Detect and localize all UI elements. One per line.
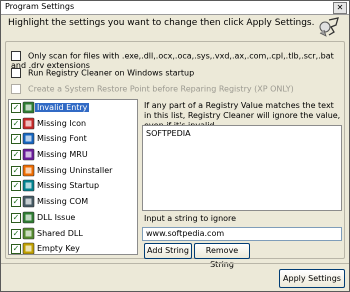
- scan-item-checkbox[interactable]: ✓: [11, 197, 21, 208]
- scan-item-checkbox[interactable]: ✓: [11, 212, 21, 223]
- ignore-string-input[interactable]: www.softpedia.com: [142, 227, 342, 241]
- ignore-list-item[interactable]: SOFTPEDIA: [146, 129, 191, 138]
- ignore-list[interactable]: SOFTPEDIA: [142, 125, 342, 211]
- scan-item-label: Missing Icon: [37, 118, 87, 128]
- scan-item[interactable]: ✓ Missing Icon: [9, 116, 137, 132]
- apply-settings-button[interactable]: Apply Settings: [279, 269, 345, 288]
- scan-item[interactable]: ✓ Shared DLL: [9, 226, 137, 242]
- app-logo-icon: [319, 17, 339, 37]
- scan-item-checkbox[interactable]: ✓: [11, 103, 21, 113]
- option-system-restore: Create a System Restore Point before Rep…: [11, 84, 294, 94]
- remove-string-button[interactable]: Remove String: [194, 243, 250, 269]
- scan-item-label: Missing Font: [37, 134, 87, 144]
- add-string-button[interactable]: Add String: [144, 243, 192, 259]
- scan-items-list[interactable]: ✓ Invalid Entry ✓ Missing Icon ✓ Missing Font…: [8, 99, 138, 255]
- scan-item-label: Missing MRU: [37, 150, 88, 160]
- scan-item[interactable]: ✓ Empty Key: [9, 241, 137, 254]
- missing-uninstaller-icon: [22, 164, 35, 177]
- scan-item-label: Empty Key: [37, 244, 80, 254]
- instructions-heading: Highlight the settings you want to chang…: [8, 18, 315, 28]
- window-title: Program Settings: [5, 2, 75, 11]
- option-run-on-startup[interactable]: Run Registry Cleaner on Windows startup: [11, 68, 194, 78]
- missing-icon-icon: [22, 117, 35, 129]
- scan-item[interactable]: ✓ Missing MRU: [9, 147, 137, 163]
- footer-divider: [1, 263, 349, 264]
- system-restore-checkbox: [11, 84, 21, 94]
- scan-item[interactable]: ✓ Invalid Entry: [9, 100, 137, 116]
- missing-font-icon: [22, 133, 35, 145]
- scan-item-label: DLL Issue: [37, 212, 76, 222]
- scan-item[interactable]: ✓ Missing Startup: [9, 178, 137, 194]
- program-settings-window: Program Settings ✕ Highlight the setting…: [0, 0, 350, 292]
- scan-item-checkbox[interactable]: ✓: [11, 181, 21, 192]
- run-on-startup-checkbox[interactable]: [11, 68, 21, 78]
- dll-issue-icon: [22, 211, 35, 224]
- missing-com-icon: [22, 195, 35, 208]
- scan-item[interactable]: ✓ Missing COM: [9, 194, 137, 210]
- missing-startup-icon: [22, 180, 35, 192]
- scan-item-checkbox[interactable]: ✓: [11, 165, 21, 176]
- ignore-input-label: Input a string to ignore: [144, 214, 237, 223]
- scan-item-checkbox[interactable]: ✓: [11, 228, 21, 239]
- shared-dll-icon: [22, 227, 35, 239]
- scan-item[interactable]: ✓ Missing Font: [9, 131, 137, 147]
- title-bar: Program Settings ✕: [1, 1, 349, 15]
- scan-item[interactable]: ✓ DLL Issue: [9, 210, 137, 226]
- scan-item-label: Missing Uninstaller: [37, 165, 113, 175]
- empty-key-icon: [22, 242, 35, 254]
- close-button[interactable]: ✕: [333, 2, 347, 14]
- scan-item-label: Missing COM: [37, 197, 89, 207]
- scan-item-checkbox[interactable]: ✓: [11, 150, 21, 161]
- scan-item-checkbox[interactable]: ✓: [11, 244, 21, 254]
- scan-item-checkbox[interactable]: ✓: [11, 134, 21, 145]
- invalid-entry-icon: [22, 101, 35, 114]
- missing-mru-icon: [22, 148, 35, 161]
- scan-item-checkbox[interactable]: ✓: [11, 118, 21, 129]
- extensions-only-checkbox[interactable]: [11, 51, 21, 61]
- scan-item-label: Shared DLL: [37, 228, 83, 238]
- scan-item[interactable]: ✓ Missing Uninstaller: [9, 163, 137, 179]
- scan-item-label: Missing Startup: [37, 181, 100, 191]
- scan-item-label: Invalid Entry: [35, 103, 90, 112]
